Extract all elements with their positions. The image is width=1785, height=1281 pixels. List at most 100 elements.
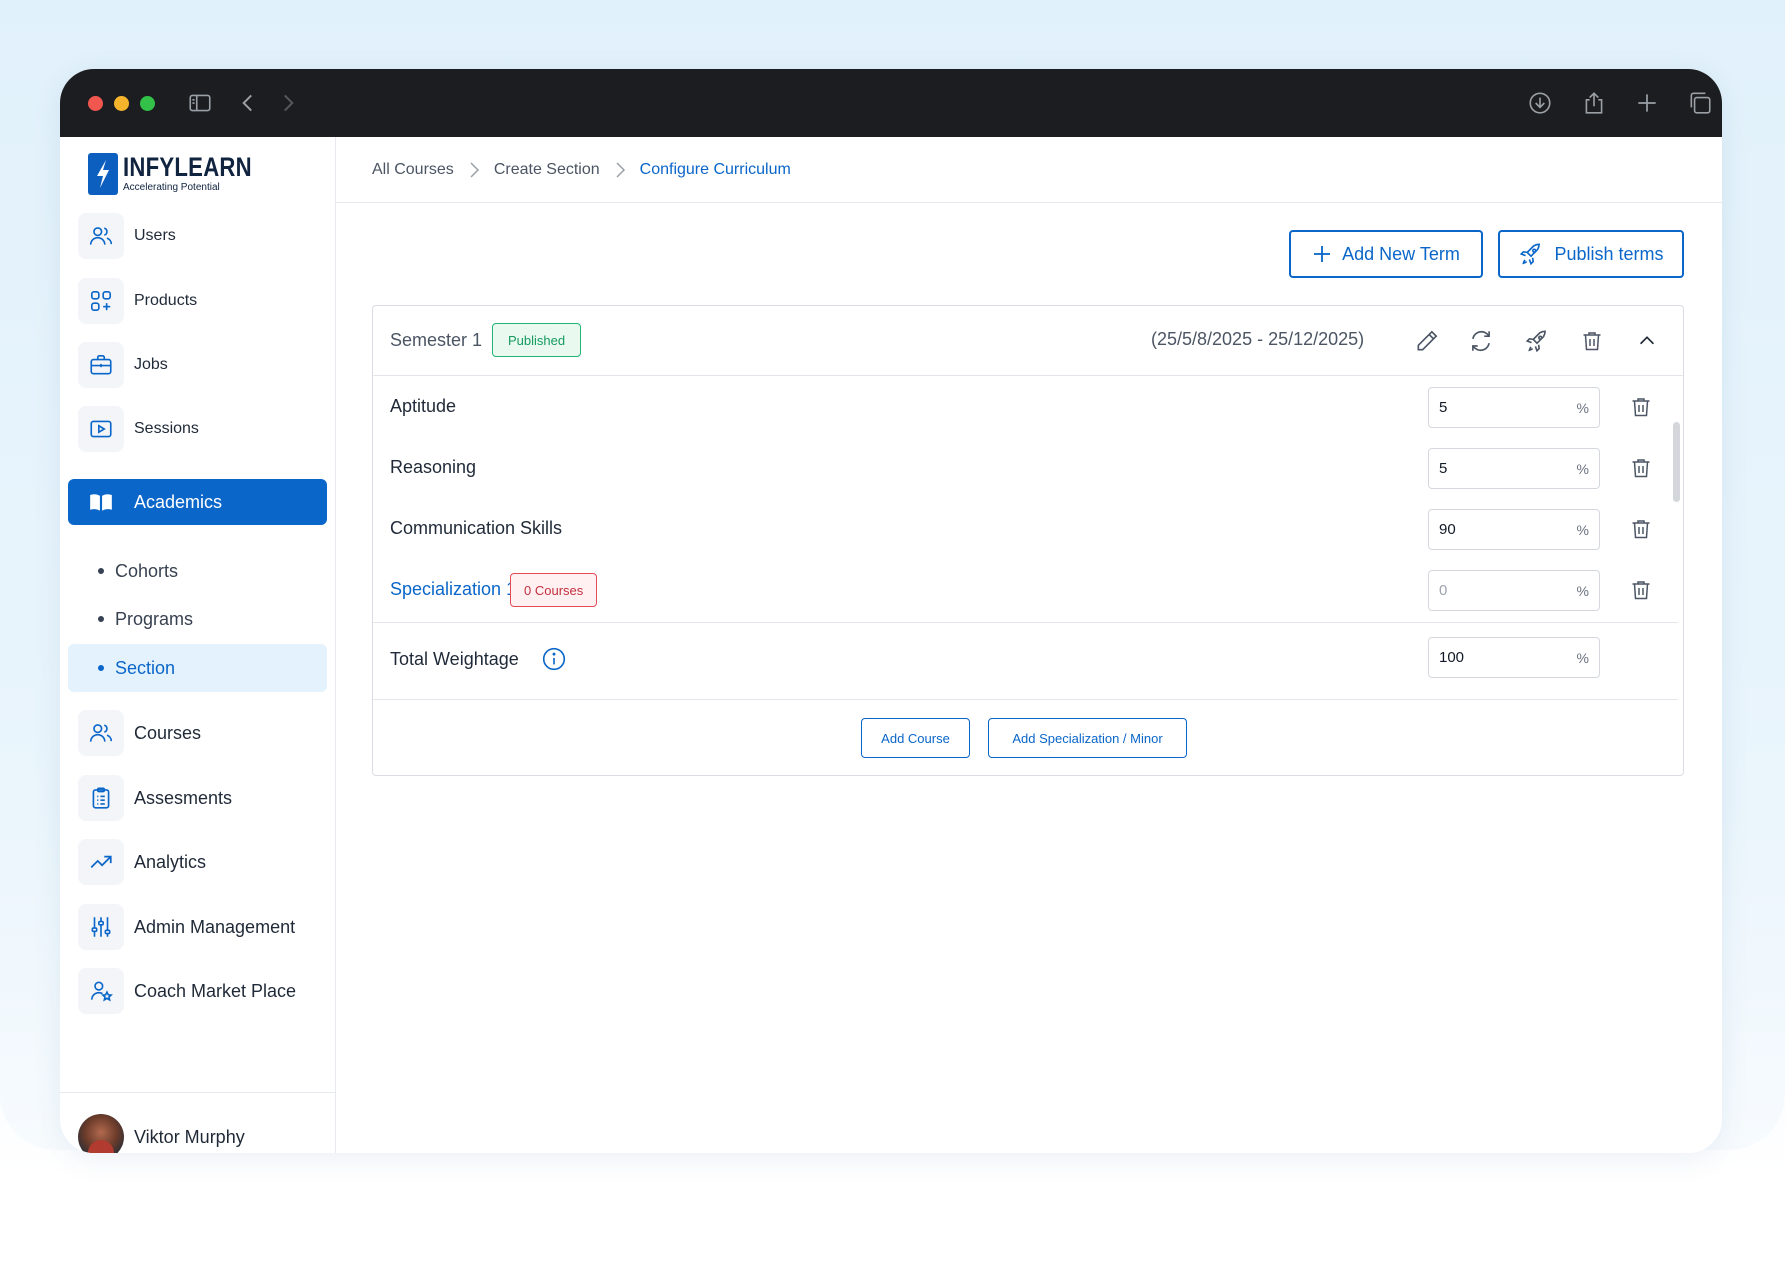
scrollbar[interactable] (1673, 422, 1680, 502)
sidebar-item-label: Coach Market Place (134, 980, 297, 1001)
term-card: Semester 1 Published (25/5/8/2025 - 25/1… (372, 305, 1684, 776)
lightning-logo-icon (88, 153, 118, 195)
sidebar-item-label: Analytics (134, 851, 207, 872)
book-icon (78, 479, 124, 525)
breadcrumb-all-courses[interactable]: All Courses (372, 161, 454, 179)
share-icon[interactable] (1580, 89, 1608, 117)
browser-titlebar (60, 69, 1722, 137)
clipboard-icon (78, 775, 124, 821)
breadcrumb-create-section[interactable]: Create Section (494, 161, 600, 179)
total-weightage-input[interactable]: 100 % (1428, 637, 1600, 678)
grid-add-icon (78, 278, 124, 324)
back-icon[interactable] (234, 89, 262, 117)
sidebar-item-admin-management[interactable]: Admin Management (68, 904, 327, 950)
edit-icon[interactable] (1413, 327, 1441, 355)
weightage-input[interactable]: 90 % (1428, 509, 1600, 550)
add-course-button[interactable]: Add Course (861, 718, 970, 758)
publish-terms-button[interactable]: Publish terms (1498, 230, 1684, 278)
trash-icon[interactable] (1628, 516, 1654, 542)
add-specialization-button[interactable]: Add Specialization / Minor (988, 718, 1187, 758)
user-star-icon (78, 968, 124, 1014)
avatar (78, 1114, 124, 1153)
chevron-up-icon[interactable] (1633, 327, 1661, 355)
users-icon (78, 213, 124, 259)
weightage-value: 5 (1439, 460, 1448, 477)
sidebar-item-courses[interactable]: Courses (68, 710, 327, 756)
plus-icon (1314, 246, 1331, 262)
sidebar-item-users[interactable]: Users (68, 213, 327, 259)
rocket-icon (1520, 243, 1541, 266)
breadcrumb: All Courses Create Section Configure Cur… (336, 137, 1722, 203)
user-name: Viktor Murphy (134, 1126, 245, 1147)
percent-sign: % (1576, 460, 1589, 477)
rocket-icon[interactable] (1523, 327, 1551, 355)
users-icon (78, 710, 124, 756)
sidebar-item-label: Products (134, 292, 198, 309)
play-icon (78, 406, 124, 452)
weightage-input[interactable]: 0 % (1428, 570, 1600, 611)
sidebar-subitem-programs[interactable]: Programs (68, 595, 327, 643)
user-profile[interactable]: Viktor Murphy (78, 1114, 245, 1153)
sidebar-item-label: Sessions (134, 420, 199, 437)
weightage-input[interactable]: 5 % (1428, 448, 1600, 489)
sidebar-item-label: Academics (134, 491, 223, 512)
download-icon[interactable] (1526, 89, 1554, 117)
percent-sign: % (1576, 399, 1589, 416)
sidebar-divider (60, 1092, 336, 1093)
sidebar-item-sessions[interactable]: Sessions (68, 406, 327, 452)
browser-window: INFYLEARN Accelerating Potential Users P… (60, 69, 1722, 1153)
total-weightage-row: Total Weightage 100 % (373, 623, 1683, 693)
sidebar-item-analytics[interactable]: Analytics (68, 839, 327, 885)
table-row: Aptitude 5 % (373, 377, 1683, 438)
trash-icon[interactable] (1628, 455, 1654, 481)
add-new-term-button[interactable]: Add New Term (1289, 230, 1483, 278)
app-tagline: Accelerating Potential (123, 182, 220, 193)
table-row: Communication Skills 90 % (373, 499, 1683, 560)
bullet-icon (98, 568, 104, 574)
row-label: Communication Skills (390, 518, 563, 538)
sidebar-item-assesments[interactable]: Assesments (68, 775, 327, 821)
sidebar-item-products[interactable]: Products (68, 278, 327, 324)
new-tab-icon[interactable] (1633, 89, 1661, 117)
sidebar-item-label: Admin Management (134, 916, 296, 937)
sidebar-item-academics[interactable]: Academics (68, 479, 327, 525)
sidebar-subitem-label: Section (115, 657, 176, 678)
weightage-value: 5 (1439, 399, 1448, 416)
minimize-window-button[interactable] (114, 96, 129, 111)
sidebar-subitem-section[interactable]: Section (68, 644, 327, 692)
sidebar-toggle-icon[interactable] (186, 89, 214, 117)
trash-icon[interactable] (1628, 577, 1654, 603)
refresh-icon[interactable] (1467, 327, 1495, 355)
table-row: Reasoning 5 % (373, 438, 1683, 499)
weightage-value: 90 (1439, 521, 1456, 538)
term-card-header: Semester 1 Published (25/5/8/2025 - 25/1… (373, 306, 1683, 376)
tabs-overview-icon[interactable] (1686, 89, 1714, 117)
add-new-term-label: Add New Term (1342, 243, 1460, 264)
row-label: Aptitude (390, 396, 457, 416)
sidebar-item-jobs[interactable]: Jobs (68, 342, 327, 388)
specialization-link[interactable]: Specialization 1 (390, 579, 516, 600)
sidebar-subitem-cohorts[interactable]: Cohorts (68, 547, 327, 595)
app-name: INFYLEARN (123, 152, 252, 182)
trash-icon[interactable] (1628, 394, 1654, 420)
status-badge: Published (492, 323, 582, 357)
sidebar-item-label: Jobs (134, 356, 168, 373)
app-logo[interactable]: INFYLEARN Accelerating Potential (88, 153, 280, 195)
close-window-button[interactable] (88, 96, 103, 111)
info-icon[interactable] (541, 646, 567, 672)
trash-icon[interactable] (1578, 327, 1606, 355)
briefcase-icon (78, 342, 124, 388)
sidebar-item-label: Assesments (134, 787, 233, 808)
sidebar-subitem-label: Cohorts (115, 560, 179, 581)
sidebar-subitem-label: Programs (115, 608, 194, 629)
weightage-placeholder: 0 (1439, 582, 1448, 599)
chevron-right-icon (468, 161, 480, 179)
maximize-window-button[interactable] (140, 96, 155, 111)
bullet-icon (98, 665, 104, 671)
weightage-input[interactable]: 5 % (1428, 387, 1600, 428)
bullet-icon (98, 616, 104, 622)
chevron-right-icon (614, 161, 626, 179)
sidebar: INFYLEARN Accelerating Potential Users P… (60, 137, 336, 1153)
forward-icon[interactable] (274, 89, 302, 117)
sidebar-item-coach-market-place[interactable]: Coach Market Place (68, 968, 327, 1014)
